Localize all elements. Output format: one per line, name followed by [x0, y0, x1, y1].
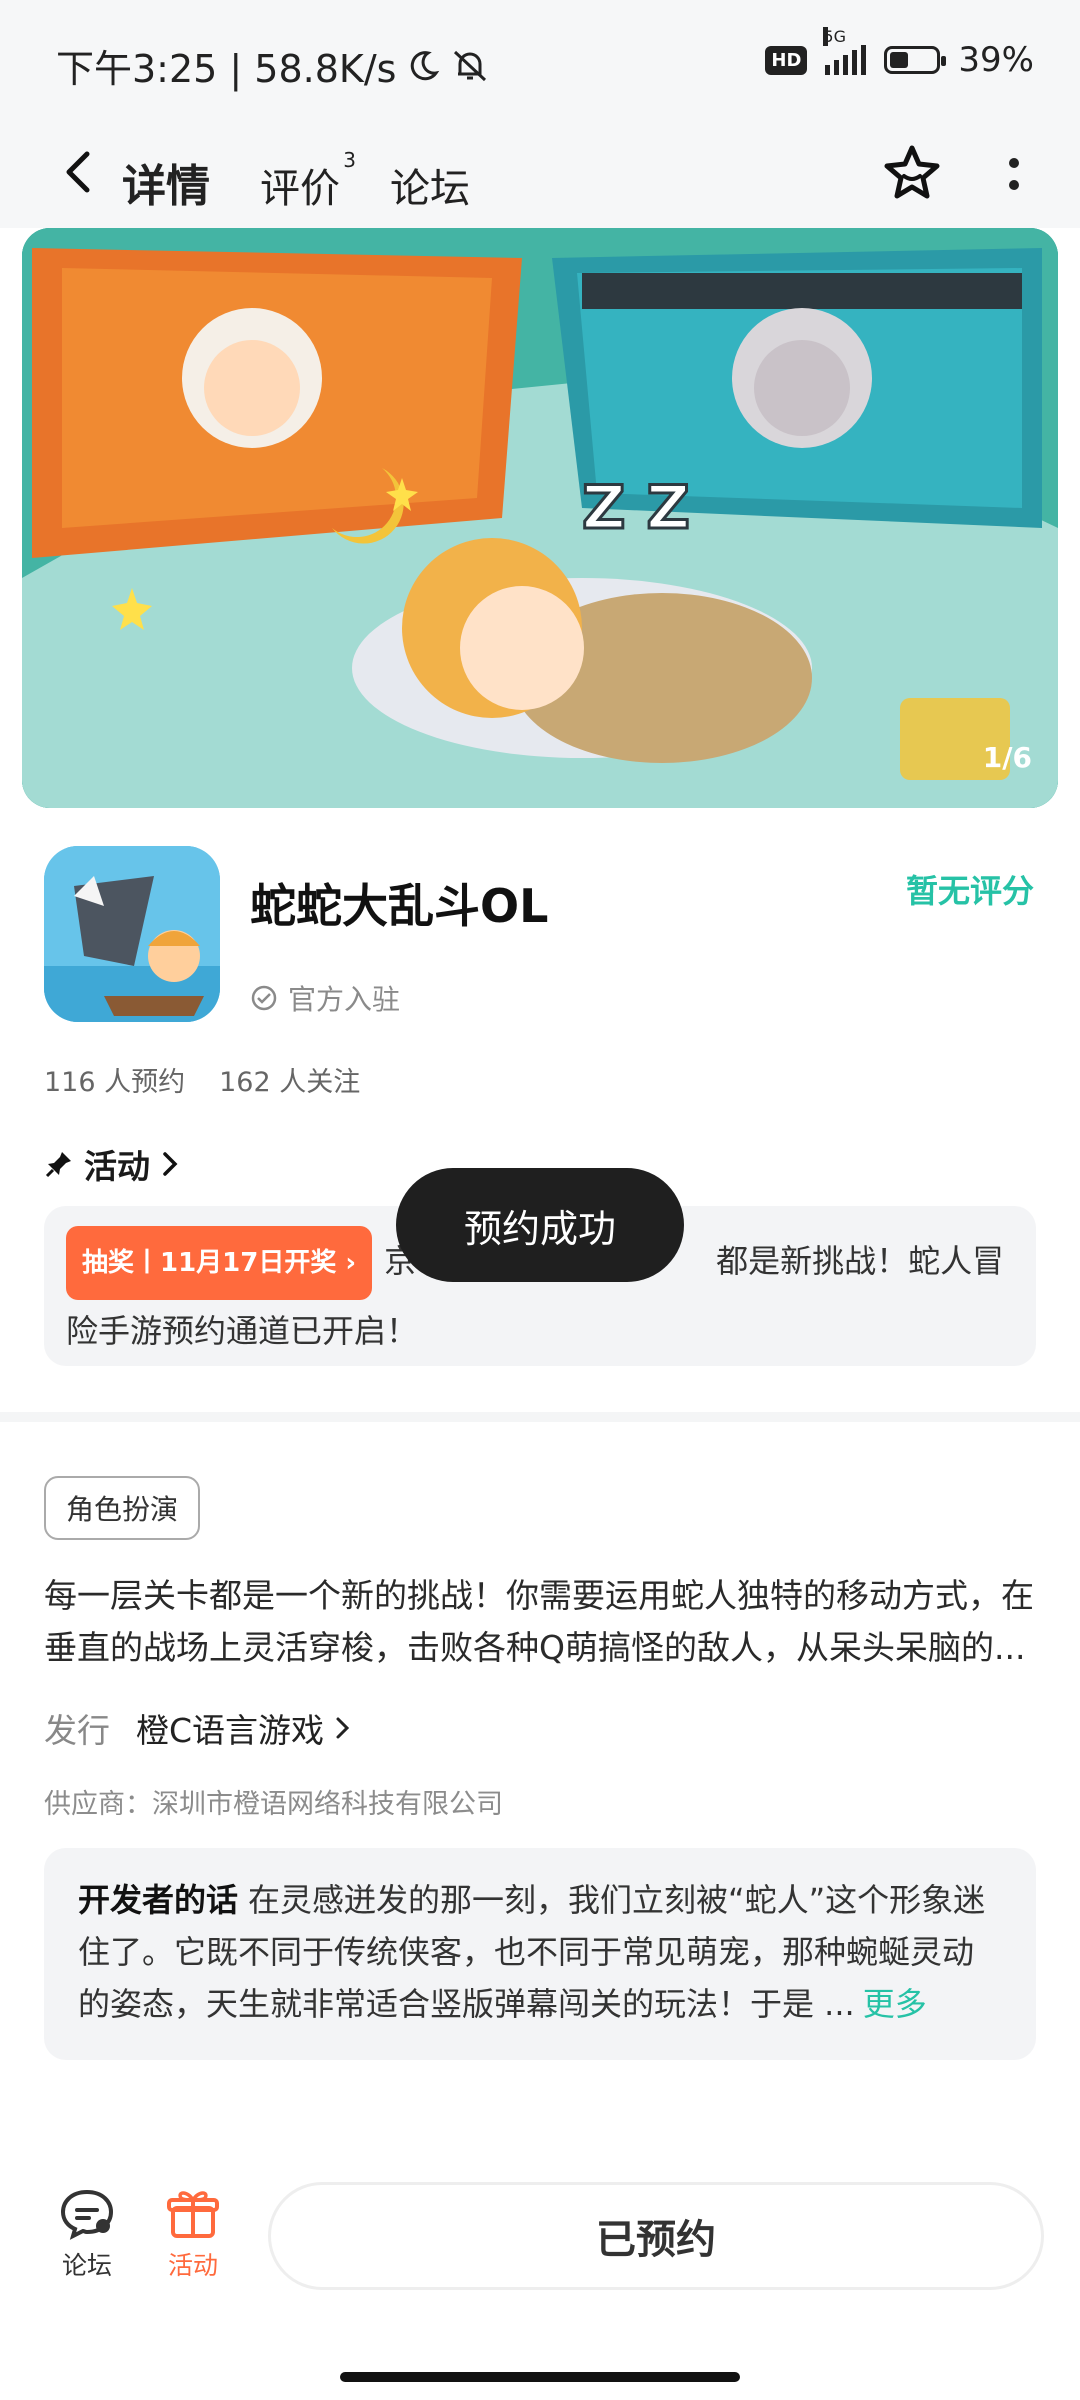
- supplier-text: 供应商：深圳市橙语网络科技有限公司: [44, 1789, 503, 1820]
- moon-icon: [411, 50, 440, 80]
- toast-message: 预约成功: [396, 1168, 684, 1282]
- publisher-name: 橙C语言游戏: [136, 1711, 325, 1750]
- publisher-row[interactable]: 发行 橙C语言游戏: [44, 1704, 354, 1752]
- star-icon: [884, 145, 940, 199]
- chevron-right-icon: [336, 1717, 350, 1739]
- developer-notes-label: 开发者的话: [78, 1881, 239, 1919]
- genre-tag[interactable]: 角色扮演: [44, 1476, 201, 1540]
- battery-icon: [884, 46, 947, 74]
- tab-details[interactable]: 详情: [118, 150, 214, 214]
- favorite-button[interactable]: [880, 142, 944, 206]
- section-divider: [0, 1412, 1080, 1422]
- activity-section-header[interactable]: 活动: [44, 1140, 180, 1188]
- official-badge: 官方入驻: [250, 978, 400, 1018]
- developer-notes-card[interactable]: 开发者的话 在灵感迸发的那一刻，我们立刻被“蛇人”这个形象迷住了。它既不同于传统侠…: [44, 1848, 1036, 2060]
- nav-forum[interactable]: 论坛: [52, 2186, 122, 2282]
- game-icon[interactable]: [44, 846, 220, 1022]
- tab-forum[interactable]: 论坛: [390, 156, 470, 214]
- gift-icon: [167, 2191, 219, 2238]
- hd-badge: HD: [765, 45, 808, 75]
- nav-event[interactable]: 活动: [158, 2186, 228, 2282]
- game-stats: 116 人预约 162 人关注: [44, 1060, 360, 1099]
- status-time: 下午3:25 | 58.8K/s: [56, 47, 397, 91]
- follower-count: 162 人关注: [219, 1067, 361, 1098]
- game-description[interactable]: 每一层关卡都是一个新的挑战！你需要运用蛇人独特的移动方式，在垂直的战场上灵活穿梭…: [44, 1570, 1036, 1674]
- publisher-label: 发行: [44, 1711, 110, 1750]
- tab-bar: 详情 评价 3 论坛: [118, 134, 470, 214]
- reserved-button[interactable]: 已预约: [268, 2182, 1044, 2290]
- status-right: HD 5G 39%: [765, 27, 1034, 80]
- chevron-right-icon: [163, 1152, 178, 1176]
- mute-bell-icon: [454, 50, 487, 81]
- chat-bubble-icon: [60, 2189, 114, 2240]
- pin-icon: [45, 1152, 71, 1178]
- game-banner[interactable]: Z Z 1/6: [22, 228, 1058, 808]
- svg-text:Z Z: Z Z: [582, 473, 690, 543]
- signal-icon: 5G: [823, 27, 867, 75]
- back-button[interactable]: [48, 142, 108, 202]
- review-count-badge: 3: [343, 148, 356, 172]
- banner-page-indicator: 1/6: [982, 741, 1032, 774]
- game-icon-artwork: [44, 846, 220, 1022]
- lottery-badge[interactable]: 抽奖丨11月17日开奖 ›: [66, 1226, 373, 1300]
- banner-artwork: Z Z: [22, 228, 1058, 808]
- home-indicator[interactable]: [340, 2372, 740, 2382]
- top-nav: 详情 评价 3 论坛: [0, 120, 1080, 228]
- game-title: 蛇蛇大乱斗OL: [250, 879, 549, 933]
- reservation-count: 116 人预约: [44, 1067, 186, 1098]
- rating-text: 暂无评分: [905, 872, 1034, 910]
- verified-check-icon: [251, 985, 277, 1011]
- status-left: 下午3:25 | 58.8K/s: [56, 38, 490, 93]
- battery-percent: 39%: [958, 40, 1034, 80]
- more-link[interactable]: 更多: [863, 1985, 927, 2023]
- status-bar: 下午3:25 | 58.8K/s HD 5G 39%: [0, 0, 1080, 120]
- chevron-left-icon: [66, 151, 90, 193]
- more-options-button[interactable]: [994, 142, 1034, 206]
- tab-reviews[interactable]: 评价 3: [260, 148, 356, 214]
